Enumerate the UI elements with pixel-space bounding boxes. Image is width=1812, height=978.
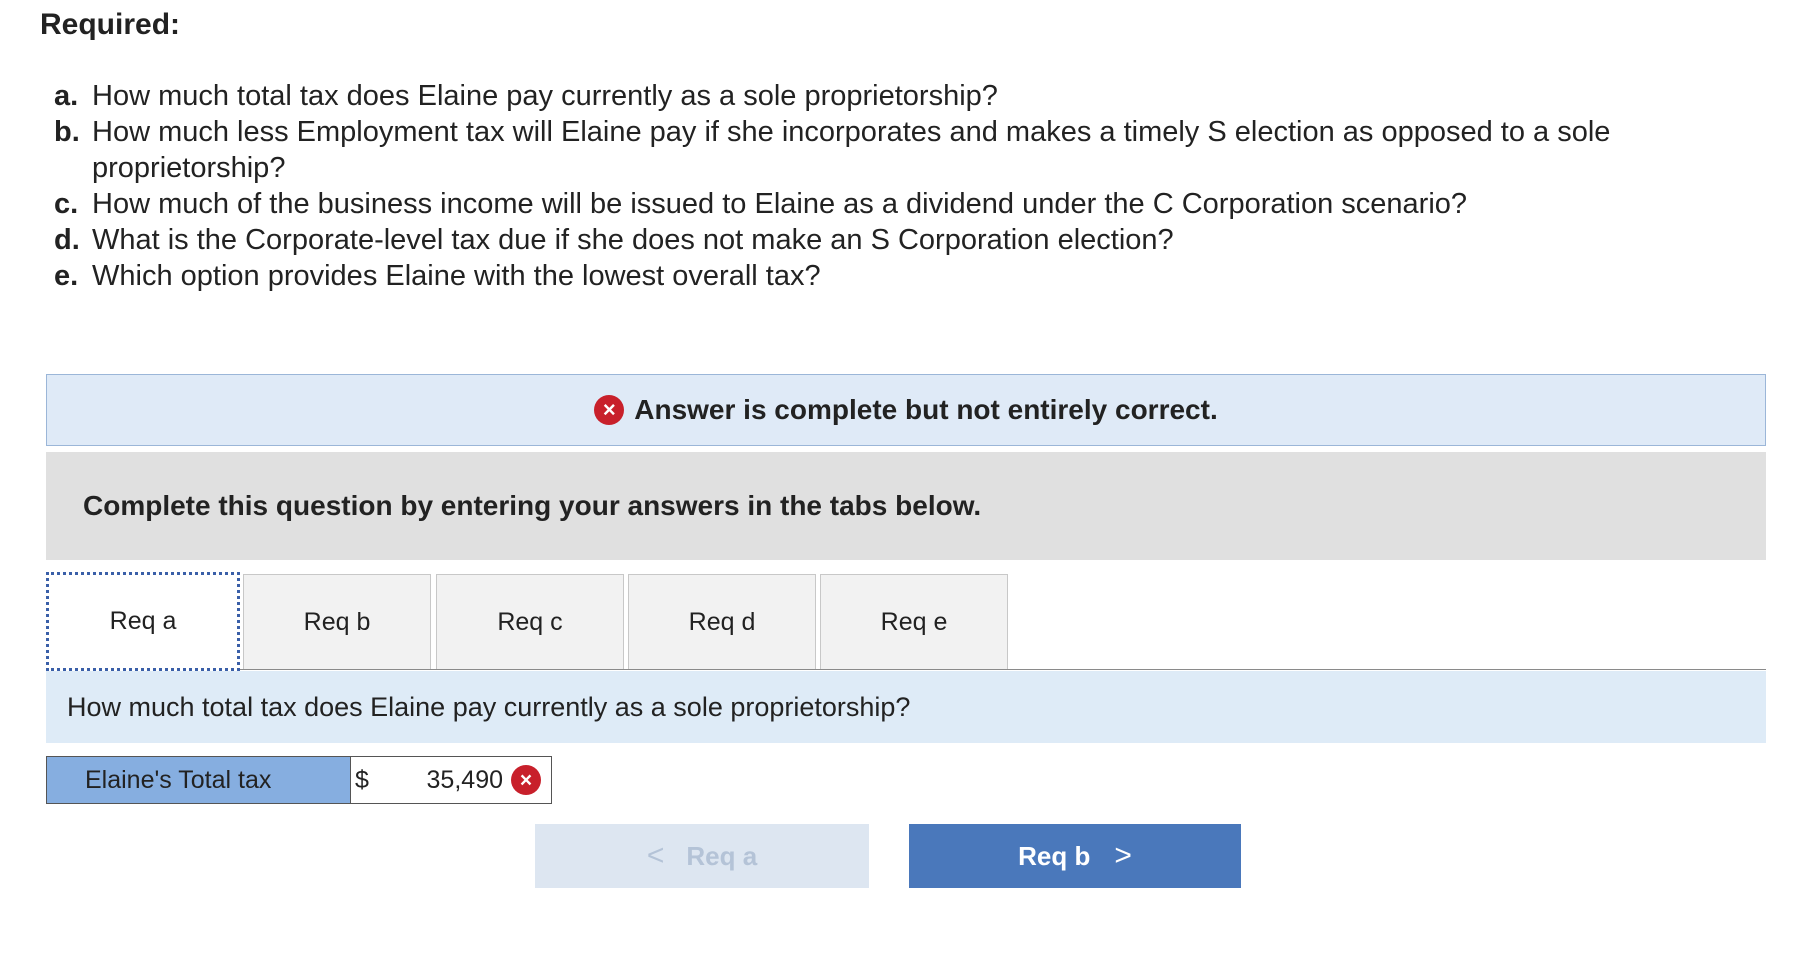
- answer-label: Elaine's Total tax: [47, 757, 351, 803]
- answer-row: Elaine's Total tax $ 35,490 ×: [46, 756, 552, 804]
- tab-req-c[interactable]: Req c: [436, 574, 624, 669]
- chevron-right-icon: >: [1114, 839, 1132, 872]
- x-circle-icon: ×: [594, 395, 625, 425]
- requirement-letter: a.: [54, 80, 79, 112]
- tab-req-d[interactable]: Req d: [628, 574, 816, 669]
- requirement-item: d. What is the Corporate-level tax due i…: [54, 222, 1774, 258]
- prev-req-button[interactable]: < Req a: [535, 824, 869, 888]
- requirement-letter: b.: [54, 116, 80, 148]
- required-heading: Required:: [40, 8, 181, 41]
- next-req-button[interactable]: Req b >: [909, 824, 1241, 888]
- requirement-text: What is the Corporate-level tax due if s…: [92, 224, 1174, 256]
- assignment-page: Required: a. How much total tax does Ela…: [0, 0, 1812, 978]
- chevron-left-icon: <: [646, 839, 665, 872]
- requirement-letter: c.: [54, 188, 79, 220]
- incorrect-icon: ×: [511, 765, 541, 795]
- requirement-text: How much less Employment tax will Elaine…: [92, 116, 1611, 184]
- requirement-letter: e.: [54, 260, 79, 292]
- tab-req-a[interactable]: Req a: [46, 572, 240, 671]
- prev-req-label: Req a: [686, 840, 758, 871]
- requirement-text: How much total tax does Elaine pay curre…: [92, 80, 998, 112]
- feedback-message: Answer is complete but not entirely corr…: [634, 394, 1218, 425]
- requirements-list: a. How much total tax does Elaine pay cu…: [54, 78, 1774, 294]
- tab-req-e[interactable]: Req e: [820, 574, 1008, 669]
- currency-symbol: $: [355, 765, 369, 794]
- requirement-tabs: Req a Req b Req c Req d Req e: [46, 572, 1766, 671]
- requirement-item: b. How much less Employment tax will Ela…: [54, 114, 1774, 186]
- requirement-item: a. How much total tax does Elaine pay cu…: [54, 78, 1774, 114]
- question-text: How much total tax does Elaine pay curre…: [46, 671, 1766, 743]
- instructions-text: Complete this question by entering your …: [83, 490, 982, 521]
- answer-value: 35,490: [426, 765, 503, 794]
- requirement-letter: d.: [54, 224, 80, 256]
- feedback-banner: × Answer is complete but not entirely co…: [46, 374, 1766, 446]
- requirement-item: c. How much of the business income will …: [54, 186, 1774, 222]
- total-tax-input[interactable]: $ 35,490 ×: [351, 757, 551, 803]
- requirement-item: e. Which option provides Elaine with the…: [54, 258, 1774, 294]
- tab-req-b[interactable]: Req b: [243, 574, 431, 669]
- requirement-text: How much of the business income will be …: [92, 188, 1468, 220]
- instructions-panel: Complete this question by entering your …: [46, 452, 1766, 560]
- requirement-text: Which option provides Elaine with the lo…: [92, 260, 821, 292]
- next-req-label: Req b: [1018, 840, 1091, 871]
